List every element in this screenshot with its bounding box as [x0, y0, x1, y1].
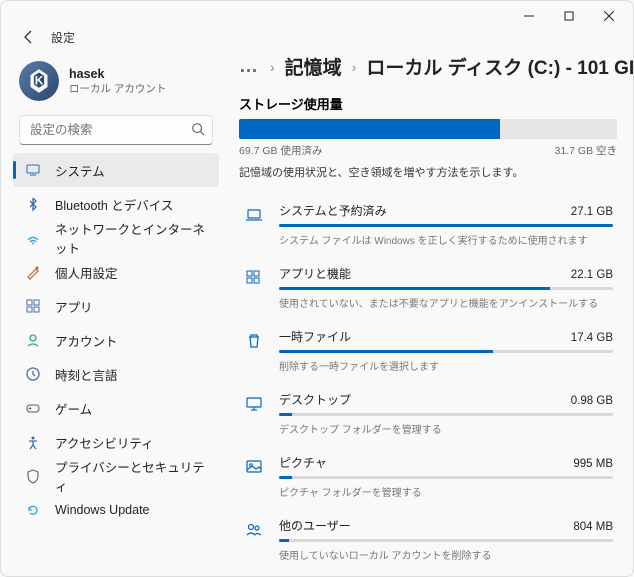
- trash-icon: [243, 330, 265, 352]
- system-icon: [25, 162, 41, 178]
- category-size: 17.4 GB: [571, 332, 613, 344]
- storage-description: 記憶域の使用状況と、空き領域を増やす方法を示します。: [239, 164, 617, 180]
- category-title: 他のユーザー: [279, 517, 351, 534]
- main-content: … › 記憶域 › ローカル ディスク (C:) - 101 GB ストレージ使…: [225, 47, 633, 576]
- user-account-type: ローカル アカウント: [69, 81, 166, 96]
- monitor-icon: [243, 393, 265, 415]
- close-button[interactable]: [589, 1, 629, 31]
- category-size: 995 MB: [573, 458, 613, 470]
- maximize-button[interactable]: [549, 1, 589, 31]
- svg-text:K: K: [35, 73, 44, 87]
- nav-item-gaming[interactable]: ゲーム: [13, 391, 219, 425]
- sidebar: K hasek ローカル アカウント システム Bluetooth とデバイスネッ…: [1, 47, 225, 576]
- category-sub: 使用していないローカル アカウントを削除する: [279, 547, 613, 562]
- nav-item-label: プライバシーとセキュリティ: [55, 457, 209, 495]
- category-bar: [279, 224, 613, 227]
- category-bar: [279, 413, 613, 416]
- storage-bar-labels: 69.7 GB 使用済み 31.7 GB 空き: [239, 143, 617, 158]
- category-title: アプリと機能: [279, 265, 351, 282]
- nav-item-label: ゲーム: [55, 399, 92, 418]
- search-icon: [191, 122, 205, 141]
- used-label: 69.7 GB 使用済み: [239, 143, 322, 158]
- nav-item-label: ネットワークとインターネット: [55, 219, 209, 257]
- user-block[interactable]: K hasek ローカル アカウント: [13, 55, 219, 113]
- privacy-icon: [25, 468, 41, 484]
- category-row[interactable]: ピクチャ 995 MB ピクチャ フォルダーを管理する: [239, 446, 617, 509]
- category-sub: デスクトップ フォルダーを管理する: [279, 421, 613, 436]
- category-size: 27.1 GB: [571, 206, 613, 218]
- nav-item-system[interactable]: システム: [13, 153, 219, 187]
- nav-item-label: アプリ: [55, 297, 93, 316]
- nav-item-label: アカウント: [55, 331, 118, 350]
- minimize-button[interactable]: [509, 1, 549, 31]
- nav-item-time[interactable]: 時刻と言語: [13, 357, 219, 391]
- nav-item-label: Bluetooth とデバイス: [55, 195, 173, 214]
- nav-item-label: システム: [55, 161, 105, 180]
- users-icon: [243, 519, 265, 541]
- personalization-icon: [25, 264, 41, 280]
- apps-icon: [25, 298, 41, 314]
- app-title: 設定: [51, 29, 75, 46]
- nav-item-label: 時刻と言語: [55, 365, 118, 384]
- search-box: [19, 115, 213, 145]
- nav-item-apps[interactable]: アプリ: [13, 289, 219, 323]
- category-bar: [279, 350, 613, 353]
- category-title: 一時ファイル: [279, 328, 351, 345]
- breadcrumb-overflow[interactable]: …: [239, 56, 260, 78]
- category-size: 804 MB: [573, 521, 613, 533]
- category-title: システムと予約済み: [279, 202, 387, 219]
- update-icon: [25, 502, 41, 518]
- storage-bar-fill: [239, 119, 500, 139]
- time-icon: [25, 366, 41, 382]
- category-size: 22.1 GB: [571, 269, 613, 281]
- category-row[interactable]: アプリと機能 22.1 GB 使用されていない、または不要なアプリと機能をアンインス…: [239, 257, 617, 320]
- search-input[interactable]: [19, 115, 213, 145]
- category-sub: 削除する一時ファイルを選択します: [279, 358, 613, 373]
- category-title: ピクチャ: [279, 454, 327, 471]
- category-row[interactable]: 他のユーザー 804 MB 使用していないローカル アカウントを削除する: [239, 509, 617, 572]
- category-sub: 使用されていない、または不要なアプリと機能をアンインストールする: [279, 295, 613, 310]
- bluetooth-icon: [25, 196, 41, 212]
- nav-item-label: 個人用設定: [55, 263, 118, 282]
- free-label: 31.7 GB 空き: [555, 143, 617, 158]
- user-name: hasek: [69, 67, 166, 81]
- gaming-icon: [25, 400, 41, 416]
- nav-item-label: Windows Update: [55, 503, 150, 517]
- category-row[interactable]: ドキュメント172 MBドキュメント フォルダーを管理する: [239, 572, 617, 576]
- category-bar: [279, 476, 613, 479]
- category-row[interactable]: デスクトップ 0.98 GB デスクトップ フォルダーを管理する: [239, 383, 617, 446]
- accessibility-icon: [25, 434, 41, 450]
- nav-item-privacy[interactable]: プライバシーとセキュリティ: [13, 459, 219, 493]
- nav-item-network[interactable]: ネットワークとインターネット: [13, 221, 219, 255]
- breadcrumb-disk: ローカル ディスク (C:) - 101 GB: [366, 53, 633, 80]
- nav-item-accounts[interactable]: アカウント: [13, 323, 219, 357]
- category-bar: [279, 287, 613, 290]
- category-row[interactable]: システムと予約済み 27.1 GB システム ファイルは Windows を正しく実…: [239, 194, 617, 257]
- breadcrumb: … › 記憶域 › ローカル ディスク (C:) - 101 GB: [239, 53, 617, 80]
- section-title: ストレージ使用量: [239, 94, 617, 113]
- network-icon: [25, 230, 41, 246]
- nav-item-personalization[interactable]: 個人用設定: [13, 255, 219, 289]
- chevron-right-icon: ›: [270, 59, 275, 75]
- nav-item-bluetooth[interactable]: Bluetooth とデバイス: [13, 187, 219, 221]
- avatar: K: [19, 61, 59, 101]
- category-sub: ピクチャ フォルダーを管理する: [279, 484, 613, 499]
- laptop-icon: [243, 204, 265, 226]
- accounts-icon: [25, 332, 41, 348]
- breadcrumb-storage[interactable]: 記憶域: [285, 53, 342, 80]
- chevron-right-icon: ›: [352, 59, 357, 75]
- category-sub: システム ファイルは Windows を正しく実行するために使用されます: [279, 232, 613, 247]
- category-title: デスクトップ: [279, 391, 351, 408]
- category-row[interactable]: 一時ファイル 17.4 GB 削除する一時ファイルを選択します: [239, 320, 617, 383]
- nav-item-update[interactable]: Windows Update: [13, 493, 219, 527]
- nav-list: システム Bluetooth とデバイスネットワークとインターネット個人用設定アプ…: [13, 153, 219, 527]
- storage-bar: [239, 119, 617, 139]
- category-bar: [279, 539, 613, 542]
- category-size: 0.98 GB: [571, 395, 613, 407]
- nav-item-label: アクセシビリティ: [55, 433, 154, 452]
- category-list: システムと予約済み 27.1 GB システム ファイルは Windows を正しく実…: [239, 194, 617, 576]
- grid-icon: [243, 267, 265, 289]
- nav-item-accessibility[interactable]: アクセシビリティ: [13, 425, 219, 459]
- image-icon: [243, 456, 265, 478]
